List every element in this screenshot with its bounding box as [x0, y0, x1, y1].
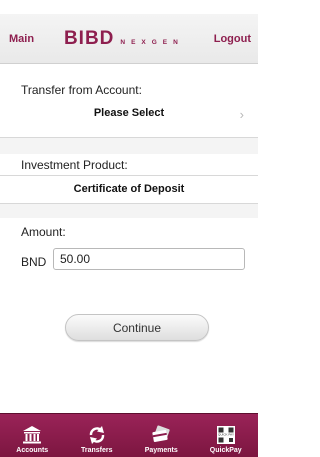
tab-label: Payments [144, 447, 178, 454]
amount-label: Amount: [21, 225, 66, 239]
tab-quickpay[interactable]: QUICK PAY QuickPay [194, 414, 259, 457]
section-gap [0, 138, 258, 154]
transfer-from-label: Transfer from Account: [21, 83, 142, 97]
transfer-arrows-icon [89, 426, 104, 444]
qr-code-icon: QUICK PAY [216, 426, 235, 444]
logout-button[interactable]: Logout [214, 33, 251, 45]
status-bar [0, 0, 258, 14]
bank-icon [23, 426, 42, 444]
bibd-logo: BIBD NEXGEN [64, 28, 184, 50]
logo-text: BIBD [63, 27, 115, 49]
quickpay-icon-text: QUICK PAY [218, 433, 234, 437]
logo-subtext: NEXGEN [120, 38, 184, 46]
currency-label: BND [21, 255, 47, 269]
tab-label: Transfers [80, 447, 113, 454]
main-button[interactable]: Main [9, 33, 34, 45]
investment-product-label: Investment Product: [21, 158, 128, 172]
tab-transfers[interactable]: Transfers [65, 414, 130, 457]
account-select[interactable]: Please Select [0, 107, 258, 119]
tab-accounts[interactable]: Accounts [0, 414, 65, 457]
tab-payments[interactable]: Payments [129, 414, 194, 457]
continue-button[interactable]: Continue [65, 314, 209, 341]
divider [0, 175, 258, 176]
investment-product-value[interactable]: Certificate of Deposit [0, 183, 258, 195]
tab-bar: Accounts Transfers Payments QUICK PAY Qu… [0, 413, 258, 457]
tab-label: QuickPay [209, 447, 242, 454]
chevron-right-icon: › [239, 107, 244, 122]
tab-label: Accounts [16, 447, 49, 454]
app-header: Main BIBD NEXGEN Logout [0, 14, 258, 64]
amount-input[interactable] [53, 248, 245, 270]
section-gap [0, 204, 258, 218]
payment-cards-icon [152, 425, 170, 442]
